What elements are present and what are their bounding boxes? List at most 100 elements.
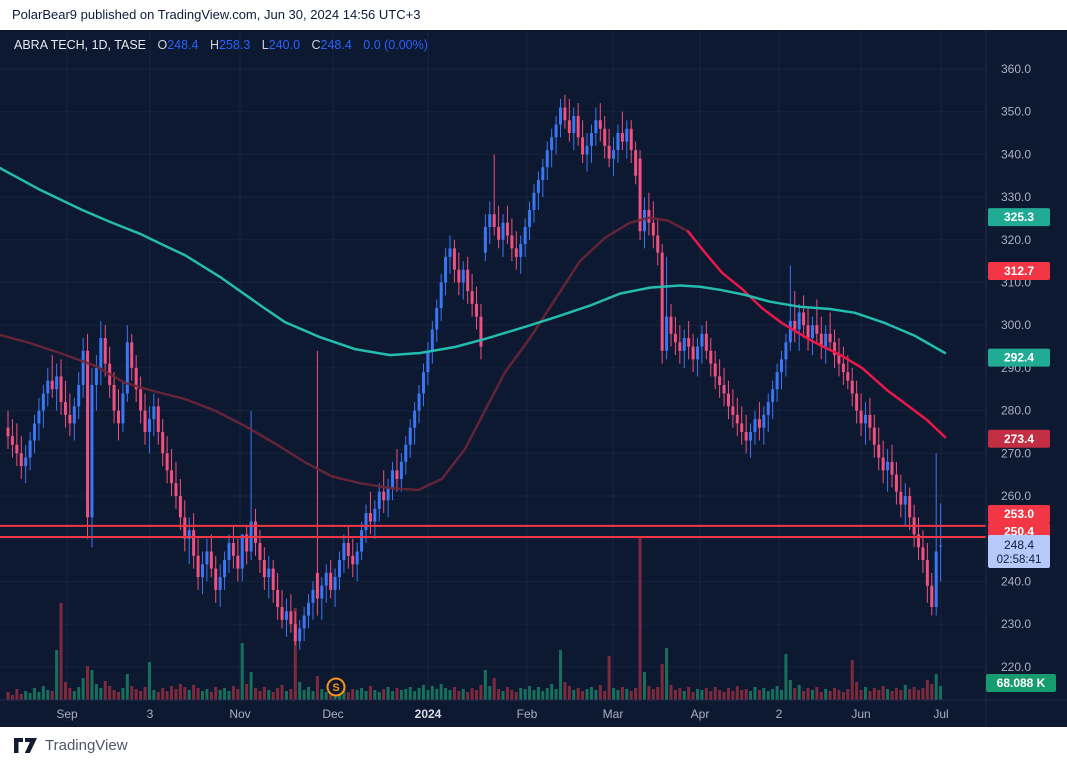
volume-bar <box>833 688 837 700</box>
volume-bar <box>125 674 129 700</box>
volume-bar <box>585 689 589 700</box>
candle-body <box>236 555 240 569</box>
volume-bar <box>183 687 187 700</box>
candle-body <box>19 453 23 467</box>
volume-bar <box>638 537 642 700</box>
volume-bar <box>735 686 739 700</box>
candle-body <box>461 269 465 283</box>
volume-badge: 68.088 K <box>986 674 1056 692</box>
candle-body <box>536 180 540 193</box>
volume-bar <box>625 689 629 700</box>
candle-body <box>528 209 532 227</box>
candle-body <box>934 551 938 608</box>
time-axis-label: 3 <box>147 707 154 721</box>
candle-body <box>908 496 912 518</box>
candle-body <box>395 470 399 479</box>
candle-body <box>452 248 456 270</box>
volume-bar <box>523 689 527 700</box>
candle-body <box>196 555 200 578</box>
split-marker[interactable]: S <box>326 677 346 697</box>
volume-bar <box>620 687 624 700</box>
candle-body <box>523 226 527 245</box>
time-axis-label: Jul <box>933 707 948 721</box>
low-label: L <box>261 38 269 52</box>
symbol-header[interactable]: ABRA TECH, 1D, TASE O248.4 H258.3 L240.0… <box>14 38 428 52</box>
price-badge: 273.4 <box>988 429 1050 448</box>
candle-body <box>505 222 509 236</box>
time-axis-label: Feb <box>517 707 538 721</box>
volume-bar <box>404 689 408 700</box>
candle-body <box>726 393 730 407</box>
candle-body <box>585 145 589 155</box>
low-value: 240.0 <box>268 38 301 52</box>
candle-body <box>665 316 669 351</box>
chart-background <box>0 30 1067 727</box>
volume-bar <box>139 691 143 700</box>
candle-body <box>647 209 651 223</box>
volume-bar <box>165 691 169 700</box>
price-axis-label: 320.0 <box>1001 233 1031 247</box>
volume-bar <box>452 687 456 700</box>
candle-body <box>284 611 288 620</box>
volume-bar <box>757 690 761 700</box>
volume-bar <box>850 660 854 700</box>
volume-bar <box>258 691 262 700</box>
candle-body <box>103 338 107 364</box>
volume-bar <box>780 690 783 700</box>
candle-body <box>240 534 244 569</box>
volume-bar <box>669 685 673 700</box>
candle-body <box>223 560 227 578</box>
volume-bar <box>77 687 81 700</box>
time-axis-label: Mar <box>603 707 624 721</box>
candle-body <box>700 333 704 347</box>
volume-bar <box>505 687 509 700</box>
candle-body <box>642 209 646 232</box>
volume-bar <box>837 690 841 700</box>
volume-bar <box>448 690 452 700</box>
candle-body <box>550 137 554 151</box>
volume-bar <box>298 682 302 700</box>
candle-body <box>360 530 364 552</box>
volume-bar <box>806 688 810 700</box>
candle-body <box>112 384 116 411</box>
tradingview-snapshot-page: PolarBear9 published on TradingView.com,… <box>0 0 1067 763</box>
candle-body <box>629 128 633 151</box>
volume-bar <box>559 650 562 700</box>
candle-body <box>435 308 439 330</box>
candle-body <box>682 338 686 351</box>
candle-body <box>581 137 585 155</box>
price-badge: 292.4 <box>988 348 1050 367</box>
volume-bar <box>307 687 311 700</box>
volume-bar <box>152 690 156 700</box>
volume-bar <box>890 691 894 700</box>
time-axis-label: Dec <box>322 707 343 721</box>
volume-bar <box>245 684 249 700</box>
candle-body <box>903 496 907 505</box>
candle-body <box>696 346 700 360</box>
symbol-title[interactable]: ABRA TECH, 1D, TASE <box>14 38 146 52</box>
chart-canvas[interactable]: S360.0350.0340.0330.0320.0310.0300.0290.… <box>0 30 1067 727</box>
candle-body <box>532 192 536 210</box>
candle-body <box>90 384 94 518</box>
chart-area[interactable]: ABRA TECH, 1D, TASE O248.4 H258.3 L240.0… <box>0 30 1067 727</box>
volume-bar <box>841 692 845 700</box>
candle-body <box>939 545 943 547</box>
volume-bar <box>368 686 372 700</box>
volume-bar <box>276 688 280 700</box>
candle-body <box>634 150 638 176</box>
volume-bar <box>488 686 492 700</box>
volume-bar <box>55 650 59 700</box>
volume-bar <box>435 689 439 700</box>
volume-bar <box>10 695 14 700</box>
volume-bar <box>196 688 200 700</box>
volume-bar <box>46 690 50 700</box>
volume-bar <box>673 690 677 700</box>
tradingview-brand[interactable]: TradingView <box>13 737 128 754</box>
change-value: 0.0 (0.00%) <box>363 38 428 52</box>
volume-bar <box>324 692 328 700</box>
volume-bar <box>572 690 576 700</box>
volume-bar <box>121 688 125 700</box>
volume-bar <box>492 678 496 700</box>
volume-bar <box>28 693 32 700</box>
price-badge-value: 292.4 <box>1004 351 1034 365</box>
